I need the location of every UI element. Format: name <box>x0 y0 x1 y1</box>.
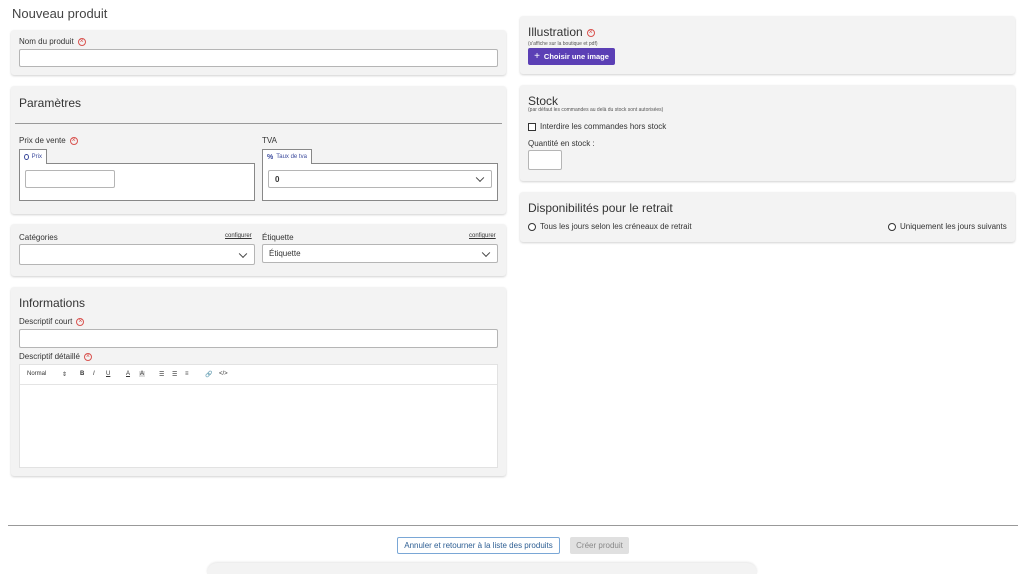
background-color-button[interactable]: A <box>139 371 146 377</box>
informations-card: Informations Descriptif court × Descripti… <box>11 287 506 476</box>
categories-configure-link[interactable]: configurer <box>225 233 252 239</box>
plus-icon: + <box>534 51 540 62</box>
tab-prix-label: Prix <box>31 154 42 160</box>
section-divider <box>15 123 502 124</box>
page-title: Nouveau produit <box>12 6 108 21</box>
illustration-title-wrap: Illustration × <box>528 25 595 39</box>
short-desc-label-wrap: Descriptif court × <box>19 317 85 326</box>
retrait-title: Disponibilités pour le retrait <box>528 201 673 215</box>
align-button[interactable]: ≡ <box>185 371 189 377</box>
tab-tva-label: Taux de tva <box>276 154 307 160</box>
stock-title: Stock <box>528 94 559 108</box>
tva-select[interactable]: 0 <box>268 170 492 188</box>
illustration-subtitle: (s'affiche sur la boutique et pdf) <box>528 41 598 47</box>
choose-image-button[interactable]: + Choisir une image <box>528 48 615 65</box>
qty-label: Quantité en stock : <box>528 139 595 148</box>
qty-input[interactable] <box>528 150 562 170</box>
footer-divider <box>8 525 1018 526</box>
product-name-card: Nom du produit × <box>11 30 506 75</box>
stock-subtitle: (par défaut les commandes au delà du sto… <box>528 107 664 113</box>
required-icon: × <box>69 136 78 145</box>
chevron-down-icon <box>481 248 491 257</box>
tab-prix[interactable]: Prix <box>19 149 47 164</box>
forbid-orders-checkbox[interactable] <box>528 122 536 131</box>
parametres-title: Paramètres <box>19 96 82 110</box>
chevron-down-icon <box>238 249 248 258</box>
style-select[interactable]: Normal <box>27 371 46 377</box>
retrait-card: Disponibilités pour le retrait Tous les … <box>520 192 1015 242</box>
choose-image-label: Choisir une image <box>543 52 609 61</box>
retrait-radio-some[interactable] <box>888 222 896 231</box>
product-name-input[interactable] <box>19 49 498 67</box>
required-icon: × <box>586 28 595 37</box>
tva-select-value: 0 <box>275 174 280 184</box>
forbid-orders-label: Interdire les commandes hors stock <box>540 122 667 131</box>
retrait-option-all[interactable]: Tous les jours selon les créneaux de ret… <box>528 222 692 231</box>
percent-icon: % <box>267 153 274 161</box>
price-label: Prix de vente <box>19 136 66 145</box>
underline-button[interactable]: U <box>106 371 110 377</box>
retrait-option-some[interactable]: Uniquement les jours suivants <box>888 222 1007 231</box>
editor-toolbar-divider <box>20 384 497 385</box>
tva-label: TVA <box>262 136 277 145</box>
product-name-label-wrap: Nom du produit × <box>19 37 86 46</box>
etiquette-select[interactable]: Étiquette <box>262 244 498 263</box>
chevron-down-icon <box>475 173 485 183</box>
etiquette-label: Étiquette <box>262 233 294 242</box>
illustration-card: Illustration × (s'affiche sur la boutique… <box>520 16 1015 74</box>
required-icon: × <box>76 317 85 326</box>
cancel-button[interactable]: Annuler et retourner à la liste des prod… <box>397 537 560 554</box>
informations-title: Informations <box>19 296 86 310</box>
detail-desc-label: Descriptif détaillé <box>19 352 80 361</box>
etiquette-select-value: Étiquette <box>269 249 301 258</box>
link-icon[interactable]: 🔗 <box>205 371 212 378</box>
style-select-arrows-icon: ⇕ <box>62 372 68 378</box>
required-icon: × <box>83 352 92 361</box>
forbid-orders-option[interactable]: Interdire les commandes hors stock <box>528 122 666 131</box>
tab-tva[interactable]: % Taux de tva <box>262 149 312 164</box>
required-icon: × <box>77 37 86 46</box>
rich-text-editor[interactable] <box>19 364 498 468</box>
ordered-list-button[interactable]: ☰ <box>159 371 164 378</box>
product-name-label: Nom du produit <box>19 37 74 46</box>
bottom-panel-edge <box>207 563 757 574</box>
text-color-button[interactable]: A <box>126 371 130 377</box>
check-circle-icon <box>24 154 29 160</box>
etiquette-configure-link[interactable]: configurer <box>469 233 496 239</box>
short-desc-input[interactable] <box>19 329 498 348</box>
retrait-option-all-label: Tous les jours selon les créneaux de ret… <box>540 222 692 231</box>
italic-button[interactable]: I <box>93 371 95 377</box>
create-product-button[interactable]: Créer produit <box>570 537 629 554</box>
retrait-option-some-label: Uniquement les jours suivants <box>900 222 1007 231</box>
bullet-list-button[interactable]: ☰ <box>172 371 177 378</box>
categories-label: Catégories <box>19 233 58 242</box>
price-input[interactable] <box>25 170 115 188</box>
stock-card: Stock (par défaut les commandes au delà … <box>520 85 1015 181</box>
categories-select[interactable] <box>19 244 255 265</box>
price-label-wrap: Prix de vente × <box>19 136 78 145</box>
bold-button[interactable]: B <box>80 371 84 377</box>
classification-card: Catégories configurer Étiquette configur… <box>11 224 506 276</box>
code-button[interactable]: </> <box>219 371 228 377</box>
parametres-card: Paramètres Prix de vente × Prix TVA % Tau… <box>11 86 506 214</box>
detail-desc-label-wrap: Descriptif détaillé × <box>19 352 92 361</box>
retrait-radio-all[interactable] <box>528 222 536 231</box>
short-desc-label: Descriptif court <box>19 317 73 326</box>
illustration-title: Illustration <box>528 25 583 39</box>
